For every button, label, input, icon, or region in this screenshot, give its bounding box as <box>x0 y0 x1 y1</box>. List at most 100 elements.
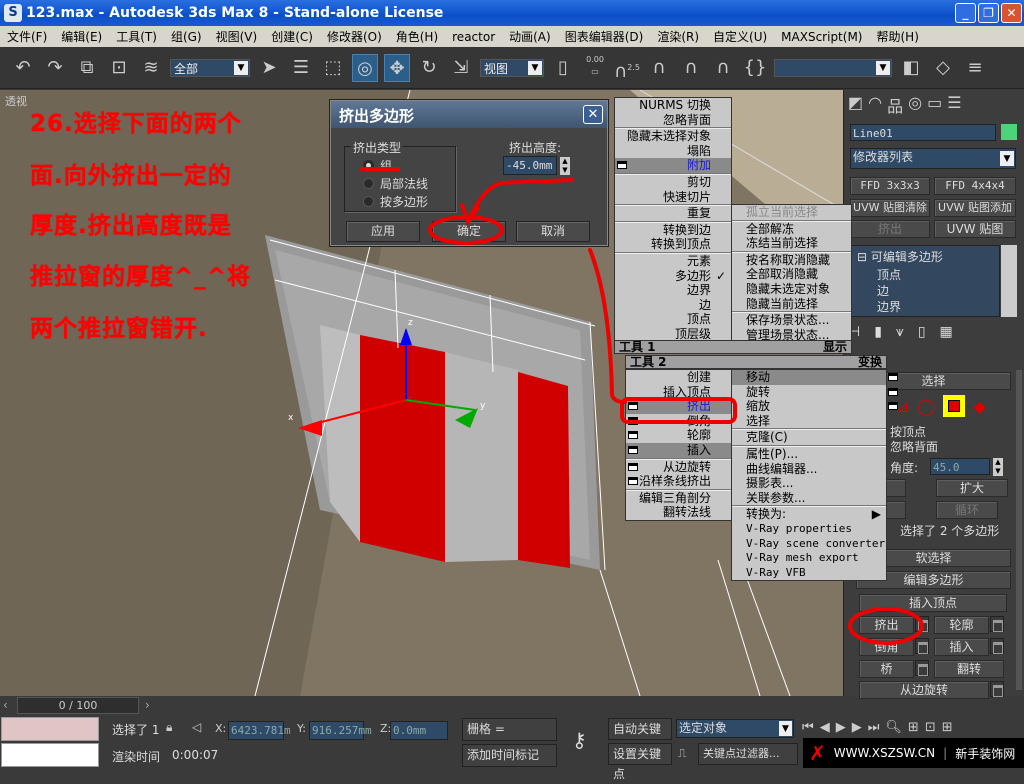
select-by-name-icon[interactable]: ☰ <box>288 54 314 82</box>
undo-icon[interactable]: ↶ <box>10 54 36 82</box>
settings-box-icon[interactable] <box>628 445 638 454</box>
radio-local-normal[interactable]: 局部法线 <box>363 175 428 192</box>
quad-menu-item[interactable]: 挤出 <box>626 399 731 414</box>
quad-menu-item[interactable]: 剪切 <box>615 175 731 190</box>
modify-tab-icon[interactable]: ◠ <box>868 93 882 117</box>
restore-button[interactable]: ❐ <box>978 3 999 23</box>
zoom-icon[interactable]: 🔍︎ <box>885 720 902 735</box>
inset-button[interactable]: 插入 <box>934 638 989 656</box>
uvw-map-add-button[interactable]: UVW 贴图添加 <box>934 199 1016 217</box>
quad-menu-item[interactable]: 插入 <box>626 442 731 458</box>
absolute-mode-icon[interactable]: ◁ <box>192 720 201 734</box>
quad-menu-item[interactable]: 孤立当前选择 <box>732 205 851 220</box>
quad-menu-item[interactable]: 隐藏未选定对象 <box>732 282 851 297</box>
settings-box-icon[interactable] <box>628 477 638 486</box>
quad-menu-item[interactable]: 全部解冻 <box>732 222 851 237</box>
quad-menu-item[interactable]: 沿样条线挤出 <box>626 474 731 489</box>
quad-menu-item[interactable]: 旋转 <box>732 385 898 400</box>
edit-named-selection-icon[interactable]: {} <box>742 54 768 82</box>
mirror-icon[interactable]: ◧ <box>898 54 924 82</box>
quad-menu-item[interactable]: 编辑三角剖分 <box>626 491 731 506</box>
spinner-snap-icon[interactable]: ∩ <box>710 54 736 82</box>
configure-modifier-sets-icon[interactable]: ▦ <box>940 324 953 340</box>
maxscript-listener-bottom[interactable] <box>1 743 99 767</box>
hierarchy-tab-icon[interactable]: 品 <box>887 93 903 117</box>
next-key-icon[interactable]: ▶ <box>852 720 862 735</box>
go-to-start-icon[interactable]: ⏮ <box>802 720 814 735</box>
radio-group[interactable]: 组 <box>363 157 392 174</box>
quad-menu-item[interactable]: V-Ray mesh export <box>732 551 886 566</box>
quad-menu-item[interactable]: 快速切片 <box>615 190 731 205</box>
quad-menu-item[interactable]: V-Ray scene converter <box>732 537 886 552</box>
menu-item[interactable]: 帮助(H) <box>869 28 925 45</box>
settings-box-icon[interactable] <box>628 402 638 411</box>
apply-button[interactable]: 应用 <box>346 221 420 242</box>
snap-toggle-icon[interactable]: ∩2.5 <box>614 54 640 82</box>
quad-menu-item[interactable]: 附加 <box>615 158 731 173</box>
viewport-label[interactable]: 透视 <box>5 93 27 109</box>
minimize-button[interactable]: _ <box>955 3 976 23</box>
quad-menu-item[interactable]: 全部取消隐藏 <box>732 267 851 282</box>
menu-item[interactable]: 渲染(R) <box>650 28 706 45</box>
quad-menu-item[interactable]: 翻转法线 <box>626 505 731 520</box>
bevel-settings-button[interactable] <box>915 638 929 654</box>
previous-frame-icon[interactable]: ◀ <box>820 720 830 735</box>
stack-item-border[interactable]: 边界 <box>851 299 999 315</box>
quad-menu-item[interactable]: 倒角 <box>626 414 731 429</box>
angle-snap-icon[interactable]: ∩ <box>646 54 672 82</box>
key-filters-button[interactable]: 关键点过滤器... <box>698 743 798 765</box>
menu-item[interactable]: 修改器(O) <box>320 28 389 45</box>
extrusion-height-input[interactable]: -45.0mm <box>503 156 557 175</box>
quad-menu-item[interactable]: 摄影表... <box>732 476 886 491</box>
create-tab-icon[interactable]: ◩ <box>848 93 863 117</box>
ffd-3x3x3-button[interactable]: FFD 3x3x3 <box>850 177 930 195</box>
quad-menu-item[interactable]: 忽略背面 <box>615 113 731 128</box>
quad-menu-item[interactable]: 元素 <box>615 254 731 269</box>
window-crossing-icon[interactable]: ◎ <box>352 53 378 82</box>
add-time-tag-button[interactable]: 添加时间标记 <box>462 744 557 767</box>
select-icon[interactable]: ➤ <box>256 54 282 82</box>
modifier-stack[interactable]: ⊟ 可编辑多边形 顶点 边 边界 <box>850 245 1000 317</box>
radio-by-polygon[interactable]: 按多边形 <box>363 193 428 210</box>
display-tab-icon[interactable]: ▭ <box>927 93 942 117</box>
menu-item[interactable]: 文件(F) <box>0 28 54 45</box>
ffd-4x4x4-button[interactable]: FFD 4x4x4 <box>934 177 1016 195</box>
quad-menu-item[interactable]: 隐藏未选择对象 <box>615 129 731 144</box>
zoom-all-icon[interactable]: ⊞ <box>908 720 919 735</box>
menu-item[interactable]: 编辑(E) <box>54 28 109 45</box>
settings-box-icon[interactable] <box>888 373 898 381</box>
align-icon[interactable]: ◇ <box>930 54 956 82</box>
menu-item[interactable]: 图表编辑器(D) <box>558 28 651 45</box>
time-slider-thumb[interactable]: 0 / 100 <box>17 697 139 714</box>
zoom-extents-icon[interactable]: ⊡ <box>925 720 936 735</box>
panel-scrollbar[interactable] <box>1016 370 1022 690</box>
go-to-end-icon[interactable]: ⏭ <box>868 720 880 735</box>
make-unique-icon[interactable]: ⩛ <box>896 324 904 340</box>
quad-menu-item[interactable]: 多边形 ✓ <box>615 269 731 284</box>
settings-box-icon[interactable] <box>617 161 627 170</box>
motion-tab-icon[interactable]: ◎ <box>908 93 922 117</box>
quad-menu-item[interactable]: 顶点 <box>615 312 731 327</box>
object-name-input[interactable]: Line01 <box>850 124 996 141</box>
menu-item[interactable]: reactor <box>445 30 502 44</box>
quad-menu-item[interactable]: 转换到边 <box>615 223 731 238</box>
insert-vertex-button[interactable]: 插入顶点 <box>859 594 1007 612</box>
x-coordinate-input[interactable]: 6423.781m <box>228 721 291 740</box>
quad-menu-item[interactable]: 转换到顶点 <box>615 237 731 252</box>
quad-menu-item[interactable]: 边 <box>615 298 731 313</box>
prev-frame-icon[interactable]: ‹ <box>3 698 8 712</box>
y-coordinate-input[interactable]: 916.257mm <box>309 721 372 740</box>
quad-menu-item[interactable]: 曲线编辑器... <box>732 462 886 477</box>
quad-menu-item[interactable]: 缩放 <box>732 399 898 414</box>
zoom-extents-all-icon[interactable]: ⊞ <box>942 720 953 735</box>
menu-item[interactable]: 组(G) <box>164 28 209 45</box>
set-key-button[interactable]: 设置关键点 <box>608 743 672 781</box>
settings-box-icon[interactable] <box>628 462 638 471</box>
ignore-backfacing-checkbox[interactable]: 忽略背面 <box>890 438 938 455</box>
quad-menu-item[interactable]: 属性(P)... <box>732 447 886 462</box>
play-icon[interactable]: ▶ <box>836 720 846 735</box>
bind-space-warp-icon[interactable]: ≋ <box>138 54 164 82</box>
spinner-snap-button[interactable]: 0.00 ▭ <box>582 54 608 82</box>
vertex-mode-icon[interactable]: ⊿ <box>896 397 909 416</box>
menu-item[interactable]: 动画(A) <box>502 28 558 45</box>
